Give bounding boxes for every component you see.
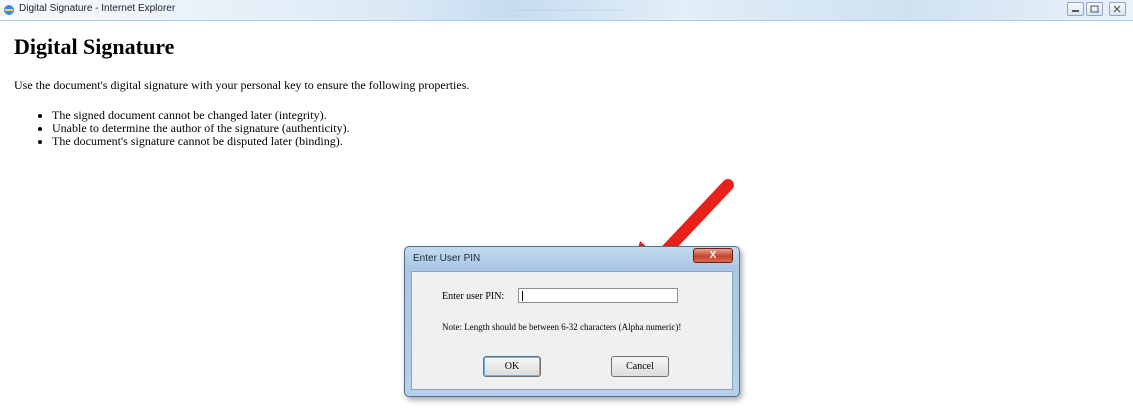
- ok-button[interactable]: OK: [483, 356, 541, 377]
- restore-button[interactable]: [1086, 2, 1103, 16]
- dialog-close-button[interactable]: X: [693, 248, 733, 263]
- close-icon: [1113, 5, 1121, 13]
- window-title: Digital Signature - Internet Explorer: [19, 3, 176, 14]
- intro-text: Use the document's digital signature wit…: [14, 78, 470, 92]
- pin-input[interactable]: [518, 288, 678, 303]
- minimize-button[interactable]: [1067, 2, 1084, 16]
- close-window-button[interactable]: [1109, 2, 1126, 16]
- restore-icon: [1090, 5, 1099, 13]
- list-item: The document's signature cannot be dispu…: [52, 135, 350, 148]
- close-icon: X: [709, 250, 717, 261]
- properties-list: The signed document cannot be changed la…: [36, 109, 350, 148]
- page-title: Digital Signature: [14, 34, 175, 59]
- background-window-title: ........................ ...............…: [515, 6, 624, 13]
- cancel-button[interactable]: Cancel: [611, 356, 669, 377]
- window-title-bar[interactable]: Digital Signature - Internet Explorer ..…: [0, 0, 1133, 21]
- text-caret: [522, 291, 523, 301]
- pin-label: Enter user PIN:: [442, 291, 505, 302]
- dialog-body: Enter user PIN: Note: Length should be b…: [411, 271, 733, 390]
- minimize-icon: [1072, 10, 1079, 12]
- internet-explorer-icon: [4, 5, 14, 15]
- pin-length-note: Note: Length should be between 6-32 char…: [442, 322, 682, 332]
- dialog-title: Enter User PIN: [413, 253, 481, 264]
- enter-pin-dialog: Enter User PIN X Enter user PIN: Note: L…: [404, 246, 740, 397]
